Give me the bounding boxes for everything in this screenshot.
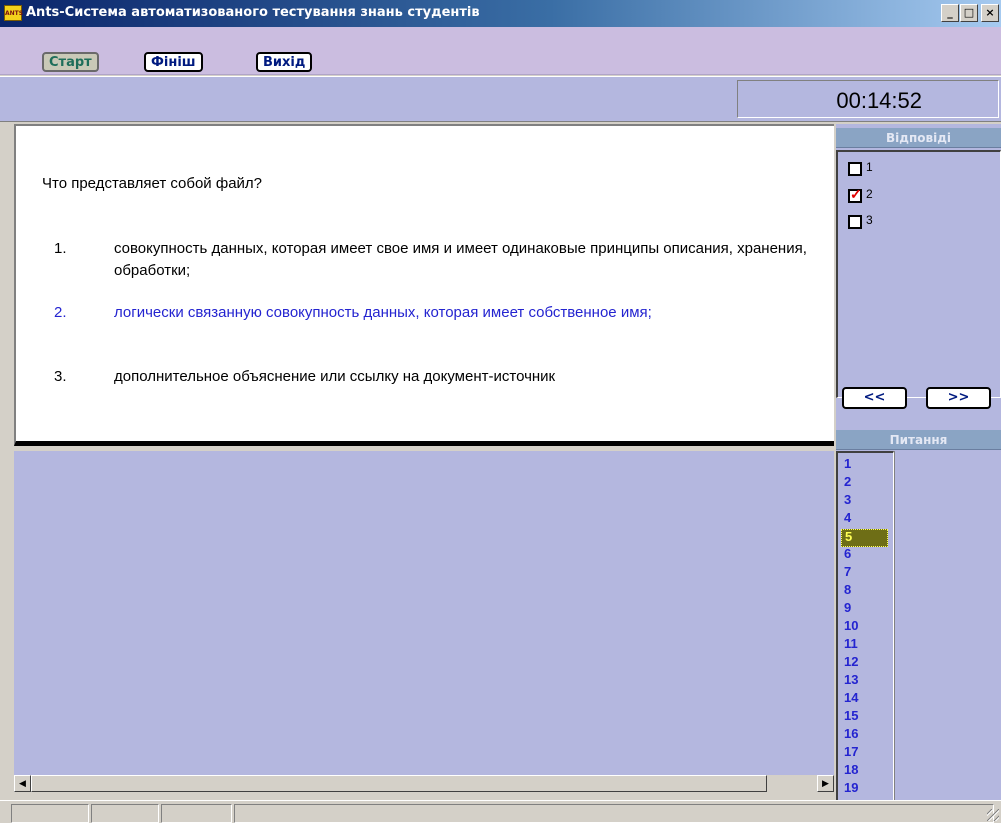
question-item-18[interactable]: 18 bbox=[844, 763, 893, 781]
title-bar[interactable]: ANTS Ants-Система автоматизованого тесту… bbox=[0, 0, 1001, 27]
option-text: дополнительное объяснение или ссылку на … bbox=[114, 368, 556, 385]
question-item-1[interactable]: 1 bbox=[844, 457, 893, 475]
question-list-side bbox=[894, 451, 1001, 800]
scroll-right-arrow-icon[interactable]: ▶ bbox=[817, 775, 834, 792]
ants-app-icon: ANTS bbox=[4, 5, 23, 21]
status-pane-2 bbox=[91, 804, 159, 823]
checked-checkbox-icon[interactable] bbox=[848, 186, 862, 203]
window-title: Ants-Система автоматизованого тестування… bbox=[26, 5, 480, 20]
scroll-thumb[interactable] bbox=[31, 775, 767, 792]
next-question-button[interactable]: >> bbox=[926, 387, 991, 409]
question-item-7[interactable]: 7 bbox=[844, 565, 893, 583]
scroll-left-arrow-icon[interactable]: ◀ bbox=[14, 775, 31, 792]
question-item-9[interactable]: 9 bbox=[844, 601, 893, 619]
answer-label: 1 bbox=[866, 160, 873, 174]
exit-button[interactable]: Вихід bbox=[256, 52, 313, 72]
option-number: 3. bbox=[54, 368, 67, 385]
answer-label: 3 bbox=[866, 213, 873, 227]
question-item-13[interactable]: 13 bbox=[844, 673, 893, 691]
minimize-button[interactable]: _ bbox=[941, 4, 959, 22]
finish-button[interactable]: Фініш bbox=[144, 52, 203, 72]
question-item-6[interactable]: 6 bbox=[844, 547, 893, 565]
checkbox-icon[interactable] bbox=[848, 215, 862, 229]
answer-label: 2 bbox=[866, 187, 873, 201]
timer-bar: 00:14:52 bbox=[0, 76, 1001, 122]
question-text: Что представляет собой файл? bbox=[42, 175, 263, 192]
status-pane-1 bbox=[11, 804, 89, 823]
question-item-4[interactable]: 4 bbox=[844, 511, 893, 529]
option-number: 2. bbox=[54, 304, 67, 321]
question-item-17[interactable]: 17 bbox=[844, 745, 893, 763]
answers-header: Відповіді bbox=[836, 128, 1001, 148]
question-item-15[interactable]: 15 bbox=[844, 709, 893, 727]
question-item-16[interactable]: 16 bbox=[844, 727, 893, 745]
question-item-5-active[interactable]: 5 bbox=[841, 529, 888, 547]
question-panel: Что представляет собой файл? 1. совокупн… bbox=[14, 124, 834, 446]
lower-panel bbox=[14, 451, 834, 775]
resize-grip-icon[interactable] bbox=[987, 809, 999, 821]
option-text: совокупность данных, которая имеет свое … bbox=[114, 240, 807, 279]
close-button[interactable]: × bbox=[981, 4, 999, 22]
question-item-12[interactable]: 12 bbox=[844, 655, 893, 673]
questions-header: Питання bbox=[836, 430, 1001, 450]
horizontal-scrollbar[interactable]: ◀ ▶ bbox=[14, 775, 834, 792]
status-pane-4 bbox=[234, 804, 994, 823]
question-item-2[interactable]: 2 bbox=[844, 475, 893, 493]
answers-box: 1 2 3 bbox=[836, 150, 1001, 398]
command-bar: Старт Фініш Вихід bbox=[0, 27, 1001, 75]
status-pane-3 bbox=[161, 804, 232, 823]
previous-question-button[interactable]: << bbox=[842, 387, 907, 409]
question-item-8[interactable]: 8 bbox=[844, 583, 893, 601]
checkbox-icon[interactable] bbox=[848, 162, 862, 176]
app-window: ANTS Ants-Система автоматизованого тесту… bbox=[0, 0, 1001, 823]
question-item-19[interactable]: 19 bbox=[844, 781, 893, 799]
question-item-14[interactable]: 14 bbox=[844, 691, 893, 709]
maximize-button[interactable]: □ bbox=[960, 4, 978, 22]
option-number: 1. bbox=[54, 240, 67, 257]
timer-box: 00:14:52 bbox=[737, 80, 999, 118]
right-panel: Відповіді 1 2 3 << >> Питання 1 2 3 4 5 … bbox=[836, 124, 1001, 800]
option-text: логически связанную совокупность данных,… bbox=[114, 304, 652, 321]
question-item-10[interactable]: 10 bbox=[844, 619, 893, 637]
question-item-11[interactable]: 11 bbox=[844, 637, 893, 655]
timer-display: 00:14:52 bbox=[836, 88, 922, 113]
question-item-3[interactable]: 3 bbox=[844, 493, 893, 511]
status-bar bbox=[0, 800, 1001, 823]
question-list: 1 2 3 4 5 6 7 8 9 10 11 12 13 14 15 16 1… bbox=[836, 451, 894, 800]
start-button[interactable]: Старт bbox=[42, 52, 99, 72]
